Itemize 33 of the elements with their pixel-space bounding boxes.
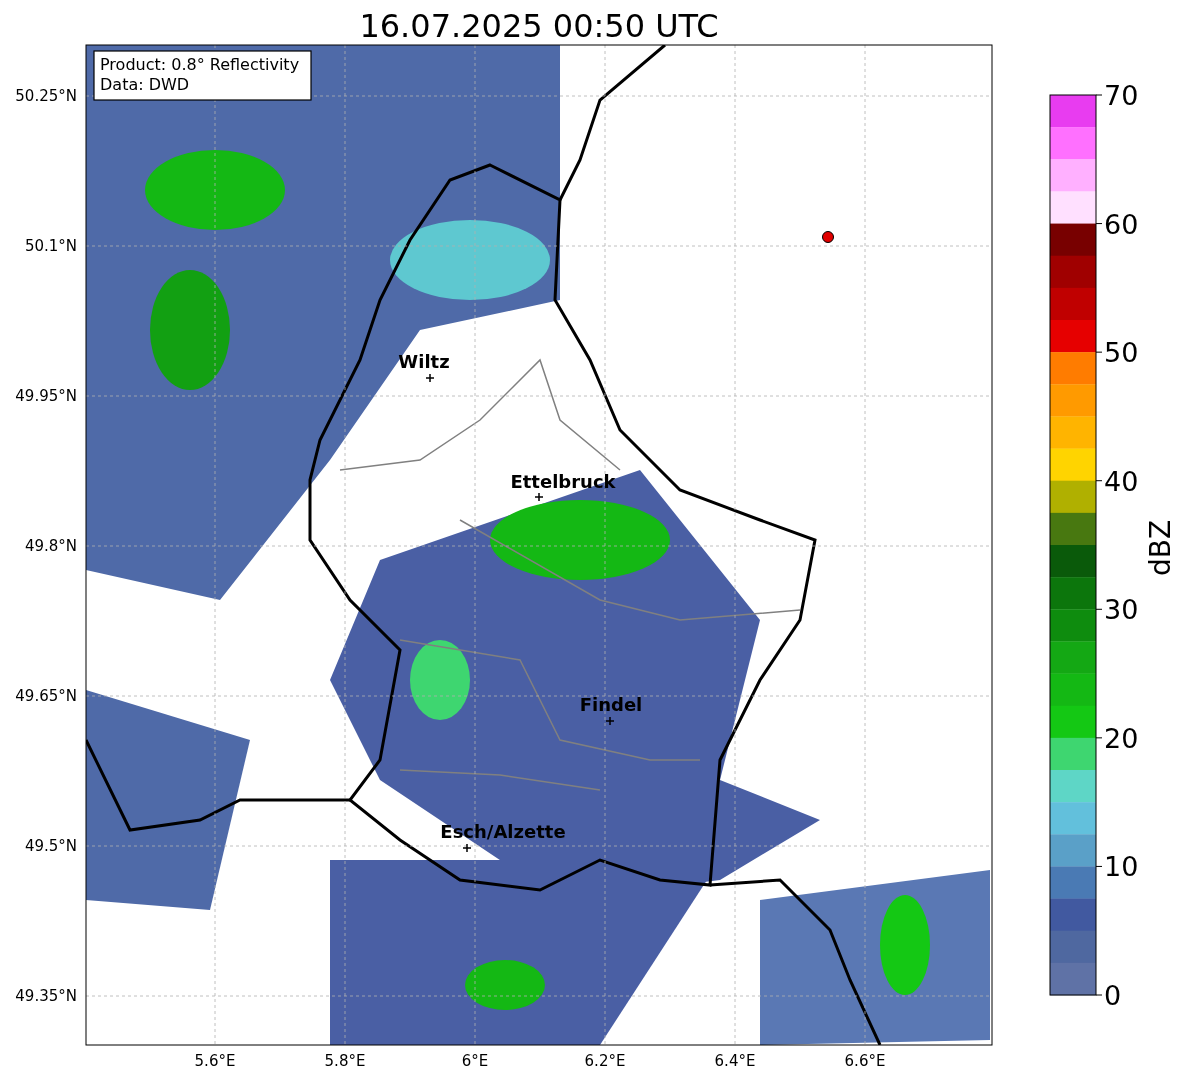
city-label: Wiltz bbox=[398, 351, 450, 372]
colorbar-tick-label: 50 bbox=[1104, 337, 1139, 369]
longitude-label: 5.6°E bbox=[194, 1052, 236, 1070]
latitude-label: 49.35°N bbox=[15, 987, 77, 1005]
colorbar-tick-label: 70 bbox=[1104, 80, 1139, 111]
city-label: Findel bbox=[579, 694, 643, 715]
longitude-label: 6.6°E bbox=[844, 1052, 886, 1070]
longitude-label: 5.8°E bbox=[324, 1052, 366, 1070]
colorbar-tick-label: 30 bbox=[1104, 594, 1139, 626]
latitude-label: 49.65°N bbox=[15, 687, 77, 705]
info-text: Product: 0.8° Reflectivity bbox=[100, 55, 300, 74]
city-label: Ettelbruck bbox=[510, 471, 616, 492]
latitude-label: 50.1°N bbox=[24, 237, 77, 255]
colorbar-tick-label: 60 bbox=[1104, 208, 1139, 240]
latitude-label: 49.95°N bbox=[15, 387, 77, 405]
location-marker-icon bbox=[822, 231, 834, 243]
city-marker-icon bbox=[462, 843, 472, 853]
colorbar-label: dBZ bbox=[1144, 519, 1177, 577]
longitude-label: 6°E bbox=[461, 1052, 489, 1070]
city-marker-icon bbox=[605, 716, 615, 726]
latitude-label: 49.8°N bbox=[24, 537, 77, 555]
city-marker-icon bbox=[425, 373, 435, 383]
city-marker-icon bbox=[534, 492, 544, 502]
longitude-label: 6.2°E bbox=[584, 1052, 626, 1070]
chart-title: 16.07.2025 00:50 UTC bbox=[359, 7, 719, 45]
colorbar-tick-label: 40 bbox=[1104, 465, 1139, 497]
latitude-label: 49.5°N bbox=[24, 837, 77, 855]
colorbar-tick-label: 10 bbox=[1104, 851, 1139, 883]
longitude-label: 6.4°E bbox=[714, 1052, 756, 1070]
colorbar-tick-label: 0 bbox=[1104, 980, 1122, 1011]
info-text: Data: DWD bbox=[100, 75, 190, 94]
colorbar-tick-label: 20 bbox=[1104, 722, 1139, 754]
latitude-label: 50.25°N bbox=[15, 87, 77, 105]
